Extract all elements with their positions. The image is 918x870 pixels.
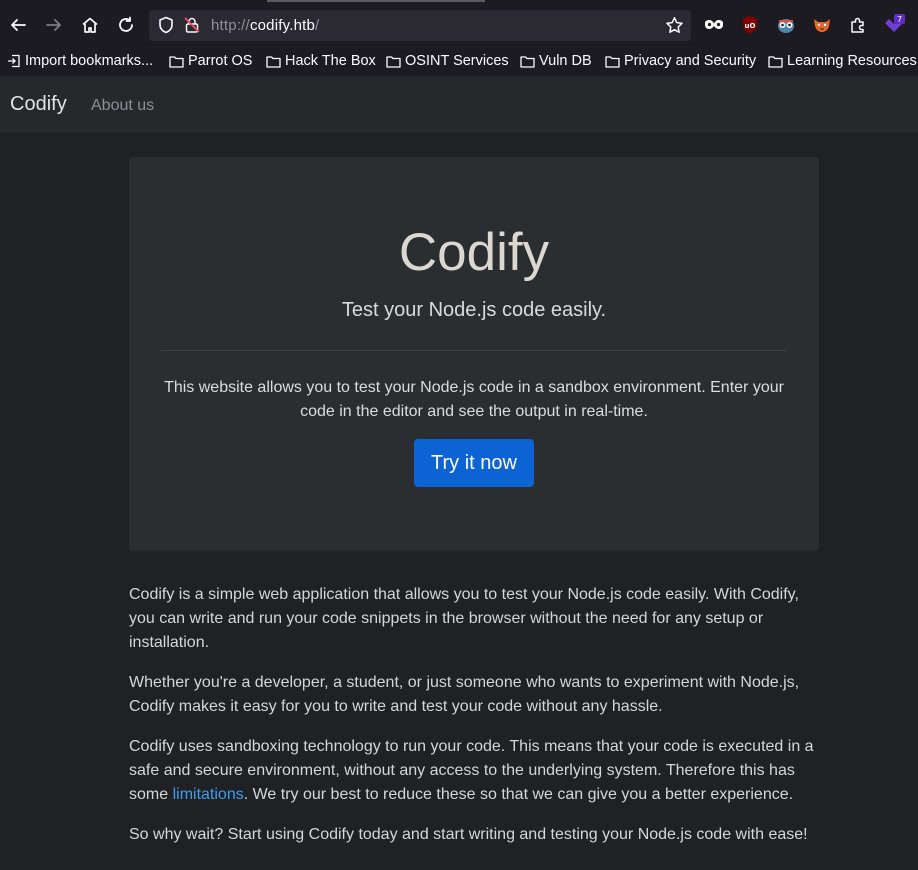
folder-icon <box>386 55 401 68</box>
fox-icon[interactable] <box>810 13 834 37</box>
navbar-brand[interactable]: Codify <box>10 93 67 116</box>
active-tab-indicator <box>267 0 485 2</box>
bookmark-osint-services[interactable]: OSINT Services <box>386 50 509 72</box>
main-content: Codify is a simple web application that … <box>129 583 819 863</box>
bookmark-parrot-os[interactable]: Parrot OS <box>169 50 252 72</box>
limitations-link[interactable]: limitations <box>173 786 244 803</box>
bookmark-vuln-db[interactable]: Vuln DB <box>520 50 592 72</box>
try-it-now-button[interactable]: Try it now <box>414 439 534 487</box>
back-icon[interactable] <box>6 13 30 37</box>
hero-jumbotron: Codify Test your Node.js code easily. Th… <box>129 157 819 551</box>
folder-icon <box>605 55 620 68</box>
url-scheme: http:// <box>211 17 250 34</box>
browser-toolbar: http://codify.htb/ uO 7 <box>0 0 918 50</box>
bookmark-label: Hack The Box <box>285 53 376 69</box>
star-icon[interactable] <box>665 16 684 40</box>
bookmark-label: Parrot OS <box>188 53 253 69</box>
extension-badge-count: 7 <box>897 15 902 24</box>
closing-paragraph: So why wait? Start using Codify today an… <box>129 826 808 843</box>
extensions-icon[interactable] <box>846 13 870 37</box>
reload-icon[interactable] <box>114 13 138 37</box>
bookmark-learning-resources[interactable]: Learning Resources <box>768 50 917 72</box>
bookmarks-bar: Import bookmarks... Parrot OS Hack The B… <box>0 50 918 76</box>
bookmark-label: Vuln DB <box>539 53 592 69</box>
hero-divider <box>161 350 787 351</box>
sandbox-text-after: . We try our best to reduce these so tha… <box>243 786 794 803</box>
svg-text:uO: uO <box>745 22 756 30</box>
bookmark-label: Import bookmarks... <box>25 53 154 69</box>
ublock-icon[interactable]: uO <box>738 13 762 37</box>
owl-icon[interactable] <box>774 13 798 37</box>
home-icon[interactable] <box>78 13 102 37</box>
url-bar[interactable]: http://codify.htb/ <box>149 10 691 41</box>
insecure-lock-icon[interactable] <box>183 16 201 39</box>
shield-icon[interactable] <box>157 16 175 39</box>
import-icon <box>8 54 20 68</box>
hero-description: This website allows you to test your Nod… <box>164 379 784 420</box>
url-path: / <box>315 17 320 34</box>
wappalyzer-icon[interactable]: 7 <box>882 13 906 37</box>
hero-lead: Test your Node.js code easily. <box>341 299 607 321</box>
folder-icon <box>169 55 184 68</box>
bookmark-label: OSINT Services <box>405 53 509 69</box>
site-navbar: Codify About us <box>0 76 918 133</box>
url-text[interactable]: http://codify.htb/ <box>211 10 319 41</box>
folder-icon <box>520 55 535 68</box>
nav-link-about-us[interactable]: About us <box>91 97 154 115</box>
mask-icon[interactable] <box>702 13 726 37</box>
audience-paragraph: Whether you're a developer, a student, o… <box>129 674 800 715</box>
bookmark-hack-the-box[interactable]: Hack The Box <box>266 50 376 72</box>
sandbox-paragraph: Codify uses sandboxing technology to run… <box>129 735 819 807</box>
hero-title: Codify <box>398 223 550 282</box>
folder-icon <box>768 55 783 68</box>
bookmark-label: Learning Resources <box>787 53 917 69</box>
forward-icon[interactable] <box>42 13 66 37</box>
intro-paragraph: Codify is a simple web application that … <box>129 586 799 651</box>
bookmark-label: Privacy and Security <box>624 53 757 69</box>
bookmark-import[interactable]: Import bookmarks... <box>7 50 153 72</box>
bookmark-privacy-and-security[interactable]: Privacy and Security <box>605 50 756 72</box>
url-host: codify.htb <box>249 17 316 34</box>
folder-icon <box>266 55 281 68</box>
